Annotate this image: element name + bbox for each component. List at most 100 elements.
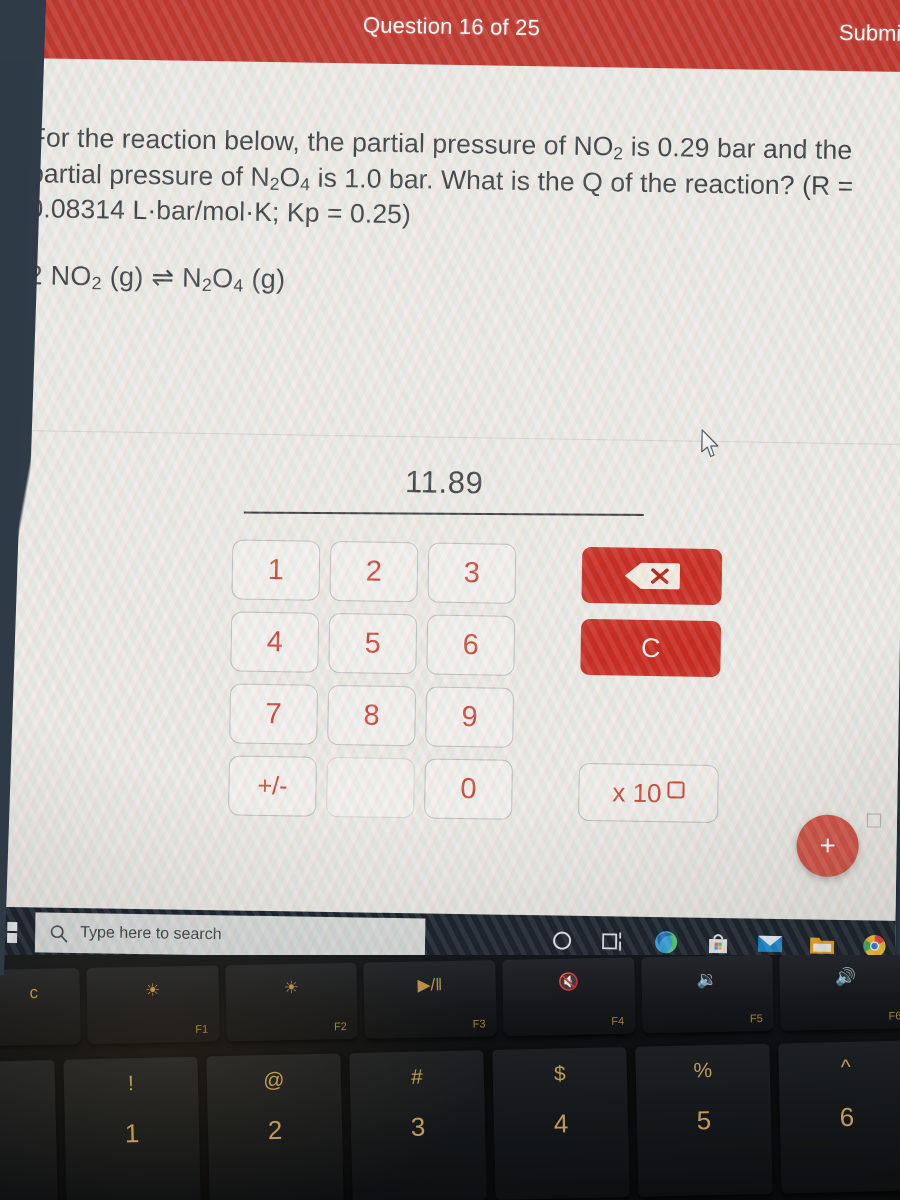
n2-subscript: 2: [269, 173, 280, 194]
answer-value: 11.89: [404, 464, 484, 501]
microsoft-edge-icon[interactable]: [651, 927, 681, 957]
keyboard-key-6[interactable]: ^ 6: [778, 1040, 900, 1194]
key-1-number: 1: [124, 1118, 140, 1149]
equation-part-2: (g) ⇌ N: [101, 260, 203, 293]
keypad-clear-button[interactable]: C: [580, 618, 722, 678]
microsoft-store-icon[interactable]: [703, 928, 733, 958]
keyboard-key-f6[interactable]: 🔊 F6: [779, 955, 900, 1031]
search-icon: [50, 924, 68, 942]
keypad-key-8[interactable]: 8: [327, 684, 417, 747]
key-4-symbol: $: [553, 1062, 566, 1086]
key-3-symbol: #: [410, 1065, 423, 1089]
key-5-symbol: %: [693, 1059, 713, 1083]
start-button[interactable]: [0, 906, 34, 957]
f3-label: F3: [472, 1018, 486, 1031]
clear-label: C: [580, 618, 722, 678]
cortana-icon[interactable]: [547, 925, 577, 955]
keyboard-key-3[interactable]: # 3: [349, 1050, 487, 1200]
esc-glyph: c: [29, 982, 39, 1003]
keypad-backspace-button[interactable]: [581, 546, 723, 606]
volume-down-icon: 🔉: [696, 969, 718, 990]
key-2-symbol: @: [262, 1068, 285, 1093]
f4-label: F4: [611, 1015, 625, 1028]
key-6-number: 6: [839, 1101, 855, 1133]
key-4-number: 4: [553, 1108, 569, 1139]
equation-sub-3: 4: [233, 274, 244, 296]
keyboard-key-tilde[interactable]: [0, 1059, 58, 1200]
keypad-key-5[interactable]: 5: [328, 612, 418, 675]
keypad-key-9[interactable]: 9: [425, 686, 515, 748]
keypad-key-4[interactable]: 4: [230, 611, 320, 673]
o4-subscript: 4: [300, 173, 311, 195]
keyboard-key-f4[interactable]: 🔇 F4: [502, 957, 636, 1036]
equation-part-3: O: [211, 262, 234, 293]
chemical-equation: 2 NO2 (g) ⇌ N2O4 (g): [27, 260, 871, 306]
exponent-label: x 10: [612, 776, 662, 808]
keyboard-key-f5[interactable]: 🔉 F5: [640, 955, 775, 1034]
keypad-key-plus-minus[interactable]: +/-: [228, 755, 317, 817]
exponent-input-box[interactable]: [667, 780, 685, 799]
keypad-key-blank: [326, 756, 415, 819]
f5-label: F5: [749, 1012, 763, 1026]
keyboard-key-5[interactable]: % 5: [635, 1043, 773, 1197]
no2-subscript: 2: [613, 143, 624, 164]
plus-icon: +: [819, 829, 837, 861]
keyboard-backlight-up-icon: ☀: [283, 977, 300, 998]
submit-button[interactable]: Submit: [839, 20, 900, 47]
question-line-2mid: O: [279, 161, 301, 193]
answer-underline: [243, 511, 644, 516]
f6-label: F6: [888, 1010, 900, 1023]
keypad-key-3[interactable]: 3: [427, 542, 517, 604]
equation-part-1: 2 NO: [27, 259, 92, 291]
number-key-row: ! 1 @ 2 # 3 $ 4 % 5 ^ 6: [0, 1040, 900, 1200]
screen-edge-artifact: [866, 813, 882, 828]
question-text: For the reaction below, the partial pres…: [28, 120, 874, 239]
key-6-symbol: ^: [840, 1055, 851, 1080]
keypad-key-2[interactable]: 2: [329, 540, 419, 603]
keypad-key-7[interactable]: 7: [229, 683, 319, 745]
volume-up-icon: 🔊: [835, 967, 857, 987]
numeric-keypad: 1 2 3 4 5 6 7 8 9 +/- 0 C x 10: [228, 539, 723, 834]
keyboard-key-2[interactable]: @ 2: [206, 1053, 344, 1200]
equation-sub-2: 2: [201, 274, 213, 295]
f1-label: F1: [195, 1023, 209, 1036]
question-line-1b: is 0.29: [623, 131, 710, 163]
backspace-icon: [624, 562, 681, 590]
function-key-row: c ☀ F1 ☀ F2 ▶/‖ F3 🔇 F4 🔉 F5 🔊 F6: [0, 955, 900, 1046]
question-block: For the reaction below, the partial pres…: [0, 58, 900, 307]
task-view-icon[interactable]: [599, 926, 629, 956]
key-3-number: 3: [410, 1111, 426, 1142]
screenshot-root: c ☀ F1 ☀ F2 ▶/‖ F3 🔇 F4 🔉 F5 🔊 F6 ! 1 @ …: [0, 0, 900, 1200]
question-content: For the reaction below, the partial pres…: [0, 57, 900, 921]
keyboard-key-f1[interactable]: ☀ F1: [86, 965, 220, 1044]
key-2-number: 2: [267, 1114, 283, 1146]
keyboard-key-f3[interactable]: ▶/‖ F3: [363, 960, 497, 1039]
question-line-2b: is 1.0 bar. What is the Q: [309, 162, 604, 197]
key-1-symbol: !: [127, 1072, 135, 1096]
keypad-key-1[interactable]: 1: [231, 539, 321, 601]
mouse-cursor: [700, 429, 723, 464]
f2-label: F2: [333, 1020, 347, 1034]
play-pause-icon: ▶/‖: [417, 975, 443, 995]
search-input[interactable]: Type here to search: [34, 912, 426, 959]
keypad-row-3: 7 8 9: [229, 683, 690, 750]
answer-display[interactable]: 11.89: [0, 458, 900, 522]
laptop-screen: Question 16 of 25 Submit For the reactio…: [0, 0, 900, 971]
keyboard-key-esc[interactable]: c: [0, 968, 81, 1046]
key-5-number: 5: [696, 1105, 712, 1136]
question-line-1a: For the reaction below, the partial pres…: [29, 122, 614, 162]
keypad-key-6[interactable]: 6: [426, 614, 516, 676]
section-divider: [0, 429, 900, 445]
equation-part-4: (g): [243, 263, 286, 294]
keypad-key-0[interactable]: 0: [424, 758, 513, 820]
keyboard-key-f2[interactable]: ☀ F2: [224, 962, 359, 1042]
add-button[interactable]: +: [796, 814, 860, 878]
keyboard-key-1[interactable]: ! 1: [63, 1056, 201, 1200]
search-placeholder: Type here to search: [80, 924, 222, 944]
physical-keyboard: c ☀ F1 ☀ F2 ▶/‖ F3 🔇 F4 🔉 F5 🔊 F6 ! 1 @ …: [0, 955, 900, 1200]
windows-logo-icon: [0, 921, 17, 943]
keyboard-key-4[interactable]: $ 4: [492, 1046, 630, 1200]
keypad-exponent-button[interactable]: x 10: [578, 762, 719, 824]
page-title: Question 16 of 25: [362, 12, 541, 41]
mute-icon: 🔇: [557, 972, 580, 992]
